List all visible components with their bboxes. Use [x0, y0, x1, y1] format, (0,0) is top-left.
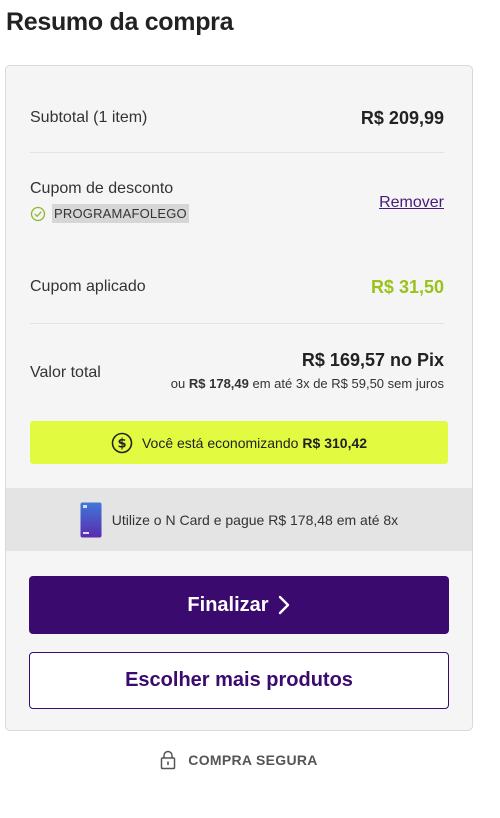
applied-coupon-row: Cupom aplicado R$ 31,50	[30, 274, 444, 300]
installments-amount: R$ 178,49	[188, 376, 249, 391]
check-circle-icon	[30, 206, 46, 221]
savings-banner: $ Você está economizando R$ 310,42	[30, 421, 448, 464]
finalize-label: Finalizar	[187, 593, 269, 616]
installments-suffix: em até 3x de R$ 59,50 sem juros	[252, 376, 445, 391]
secure-label: COMPRA SEGURA	[188, 752, 318, 768]
finalize-button[interactable]: Finalizar	[29, 576, 449, 634]
applied-coupon-label: Cupom aplicado	[30, 278, 146, 295]
chevron-right-icon	[278, 595, 289, 615]
choose-more-label: Escolher mais produtos	[125, 669, 353, 691]
divider	[30, 152, 444, 153]
ncard-text: Utilize o N Card e pague R$ 178,48 em at…	[111, 511, 399, 528]
savings-text: Você está economizando	[141, 434, 299, 451]
secure-purchase: COMPRA SEGURA	[0, 750, 478, 770]
remove-coupon-link[interactable]: Remover	[379, 194, 444, 212]
subtotal-value: R$ 209,99	[360, 107, 444, 128]
installments-prefix: ou	[170, 376, 186, 391]
order-summary-card: Subtotal (1 item) R$ 209,99 Cupom de des…	[5, 65, 473, 731]
total-installments: ou R$ 178,49 em até 3x de R$ 59,50 sem j…	[171, 376, 444, 391]
page-title: Resumo da compra	[6, 8, 234, 36]
choose-more-products-button[interactable]: Escolher mais produtos	[29, 652, 449, 709]
coupon-row: Cupom de desconto PROGRAMAFOLEGO Remover	[30, 178, 444, 228]
coupon-code-wrap: PROGRAMAFOLEGO	[30, 204, 189, 223]
total-pix-price: R$ 169,57 no Pix	[301, 350, 444, 370]
dollar-circle-icon: $	[111, 432, 133, 453]
divider	[30, 323, 444, 324]
total-label: Valor total	[30, 364, 101, 381]
total-row: Valor total R$ 169,57 no Pix ou R$ 178,4…	[30, 348, 444, 398]
savings-amount: R$ 310,42	[302, 434, 368, 451]
ncard-promo: Utilize o N Card e pague R$ 178,48 em at…	[6, 488, 472, 551]
coupon-code: PROGRAMAFOLEGO	[52, 204, 189, 223]
subtotal-row: Subtotal (1 item) R$ 209,99	[30, 106, 444, 130]
lock-icon	[161, 750, 176, 770]
subtotal-label: Subtotal (1 item)	[30, 109, 148, 126]
n-card-icon	[80, 502, 102, 537]
coupon-label: Cupom de desconto	[30, 180, 174, 197]
applied-coupon-value: R$ 31,50	[370, 276, 444, 297]
svg-text:$: $	[117, 436, 126, 451]
